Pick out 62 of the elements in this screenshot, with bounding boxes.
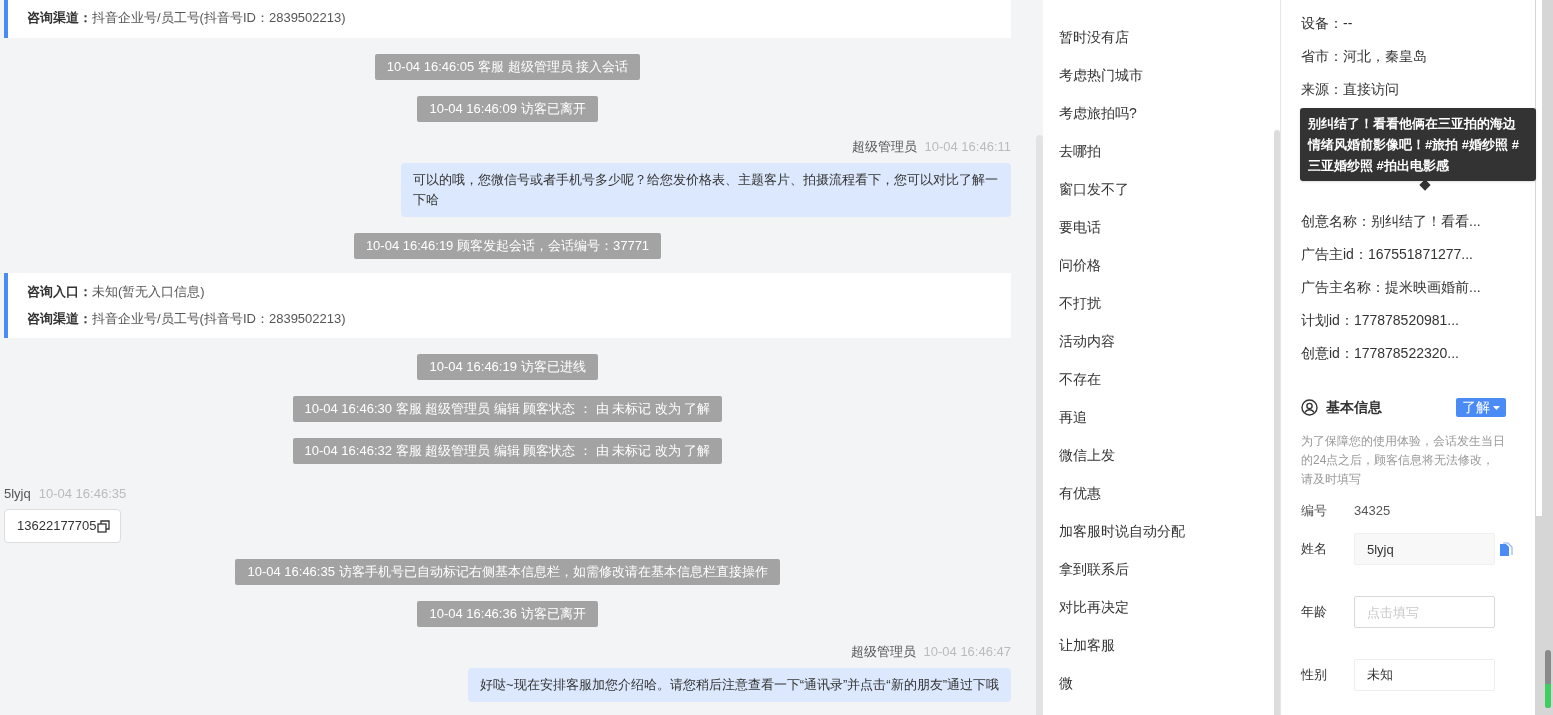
quick-reply-item[interactable]: 暂时没有店: [1059, 27, 1129, 65]
field-value: 34325: [1354, 502, 1391, 520]
quick-reply-item[interactable]: 考虑热门城市: [1059, 65, 1143, 103]
field-label: 咨询渠道：: [27, 310, 92, 328]
quick-reply-item[interactable]: 微信上发: [1059, 445, 1115, 483]
sender-name: 超级管理员: [851, 138, 917, 156]
field-label: 年龄: [1301, 603, 1328, 622]
message-bubble: 好哒~现在安排客服加您介绍哈。请您稍后注意查看一下“通讯录”并点击“新的朋友”通过下哦: [468, 668, 1011, 702]
system-notice: 10-04 16:46:30 客服 超级管理员 编辑 顾客状态 ： 由 未标记 改为 了解: [292, 396, 723, 422]
field-label: 咨询渠道：: [27, 9, 92, 27]
note-text: 为了保障您的使用体验，会话发生当日的24点之后，顾客信息将无法修改，请及时填写: [1301, 433, 1506, 488]
input-field[interactable]: 未知: [1354, 659, 1495, 691]
field-label: 性别: [1301, 666, 1328, 685]
quick-reply-item[interactable]: 去哪拍: [1059, 141, 1101, 179]
phone-number: 13622177705: [17, 517, 97, 535]
info-field: 来源：直接访问: [1301, 78, 1399, 99]
section-title: 基本信息: [1326, 398, 1382, 417]
info-field: 创意id：177878522320...: [1301, 342, 1459, 363]
info-field: 广告主id：167551871277...: [1301, 243, 1473, 264]
input-field[interactable]: 5lyjq: [1354, 533, 1495, 565]
field-label: 咨询入口：: [27, 283, 92, 301]
field-label: 姓名: [1301, 540, 1328, 559]
copy-icon[interactable]: [96, 519, 110, 533]
quick-reply-item[interactable]: 考虑旅拍吗?: [1059, 103, 1137, 141]
quick-reply-item[interactable]: 要电话: [1059, 217, 1101, 255]
user-icon: [1301, 399, 1318, 416]
quick-reply-item[interactable]: 微: [1059, 673, 1073, 711]
info-field: 创意名称：别纠结了！看看...: [1301, 210, 1481, 231]
field-label: 编号: [1301, 502, 1328, 520]
message-time: 10-04 16:46:35: [38, 485, 127, 503]
system-notice: 10-04 16:46:19 顾客发起会话，会话编号：37771: [353, 233, 662, 259]
system-notice: 10-04 16:46:32 客服 超级管理员 编辑 顾客状态 ： 由 未标记 改为 了解: [292, 438, 723, 464]
quick-reply-item[interactable]: 不存在: [1059, 369, 1101, 407]
system-notice: 10-04 16:46:05 客服 超级管理员 接入会话: [374, 54, 641, 80]
quick-reply-item[interactable]: 问价格: [1059, 255, 1101, 293]
system-notice: 10-04 16:46:19 访客已进线: [417, 354, 598, 380]
info-field: 计划id：177878520981...: [1301, 309, 1459, 330]
quick-reply-item[interactable]: 活动内容: [1059, 331, 1115, 369]
caret-icon: [1493, 405, 1500, 410]
quick-reply-item[interactable]: 再追: [1059, 407, 1087, 445]
info-field: 设备：--: [1301, 12, 1353, 33]
quick-reply-item[interactable]: 不打扰: [1059, 293, 1101, 331]
quick-reply-item[interactable]: 加客服时说自动分配: [1059, 521, 1185, 559]
system-notice: 10-04 16:46:35 访客手机号已自动标记右侧基本信息栏，如需修改请在基本信息栏直接操作: [235, 559, 780, 585]
quick-reply-item[interactable]: 对比再决定: [1059, 597, 1129, 635]
message-time: 10-04 16:46:11: [924, 138, 1011, 156]
sender-name: 5lyjq: [4, 485, 31, 503]
info-field: 广告主名称：提米映画婚前...: [1301, 276, 1481, 297]
message-time: 10-04 16:46:47: [923, 643, 1011, 661]
system-notice: 10-04 16:46:36 访客已离开: [417, 601, 598, 627]
info-field: 省市：河北，秦皇岛: [1301, 45, 1427, 66]
sender-name: 超级管理员: [850, 643, 916, 661]
system-notice: 10-04 16:46:09 访客已离开: [417, 96, 598, 122]
tooltip: 别纠结了！看看他俩在三亚拍的海边情绪风婚前影像吧！#旅拍 #婚纱照 #三亚婚纱照 #拍出电影感: [1300, 108, 1536, 181]
field-value: 未知(暂无入口信息): [92, 283, 205, 301]
quick-reply-item[interactable]: 有优惠: [1059, 483, 1101, 521]
field-value: 抖音企业号/员工号(抖音号ID：2839502213): [92, 9, 346, 27]
field-value: 抖音企业号/员工号(抖音号ID：2839502213): [92, 310, 346, 328]
quick-reply-item[interactable]: 让加客服: [1059, 635, 1115, 673]
quick-reply-item[interactable]: 拿到联系后: [1059, 559, 1129, 597]
quick-reply-item[interactable]: 窗口发不了: [1059, 179, 1129, 217]
message-bubble: 可以的哦，您微信号或者手机号多少呢？给您发价格表、主题客片、拍摄流程看下，您可以对比了解一下哈: [401, 163, 1011, 217]
